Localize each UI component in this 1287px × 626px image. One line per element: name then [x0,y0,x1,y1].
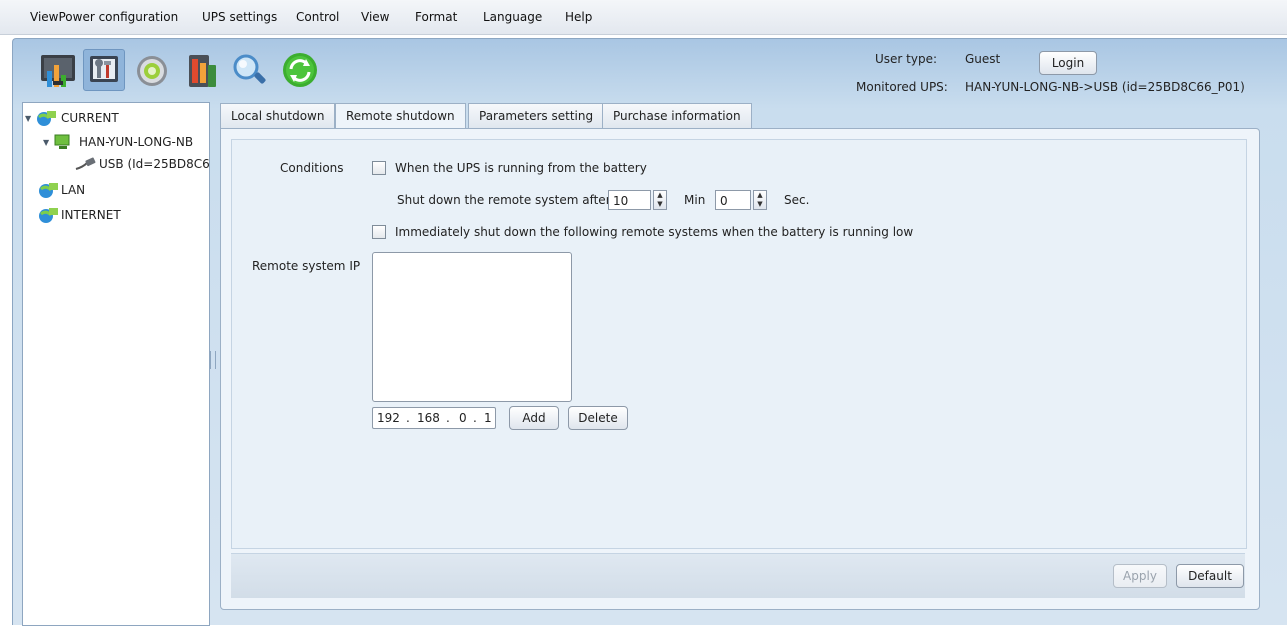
user-type-value: Guest [965,52,1001,66]
tree-label-host: HAN-YUN-LONG-NB [79,135,194,149]
menu-format[interactable]: Format [415,10,457,24]
expand-arrow-icon[interactable]: ▼ [43,138,53,147]
user-type-label: User type: [875,52,938,66]
add-ip-button[interactable]: Add [509,406,559,430]
toolbar: User type: Guest Login Monitored UPS: HA… [13,39,1287,101]
tab-remote-shutdown[interactable]: Remote shutdown [335,103,466,130]
tree-node-internet[interactable]: INTERNET [37,206,121,224]
monitor-chart-icon[interactable] [39,49,81,91]
shutdown-after-label: Shut down the remote system after [397,193,611,207]
menu-ups-settings[interactable]: UPS settings [202,10,277,24]
tab-purchase-information[interactable]: Purchase information [602,103,752,128]
network-globe-icon [37,111,56,126]
menu-view[interactable]: View [361,10,389,24]
minutes-spinner[interactable]: ▲ ▼ [653,190,667,210]
tree-node-host[interactable]: ▼ HAN-YUN-LONG-NB [43,133,193,151]
device-tree: ▼ CURRENT ▼ HAN-YUN-LONG-NB USB (Id=25BD… [22,102,210,626]
battery-checkbox-label: When the UPS is running from the battery [395,161,647,175]
ip-dot: . [406,411,410,425]
ip-octet-3: 0 [459,411,467,425]
tree-label-current: CURRENT [61,111,119,125]
ip-dot: . [473,411,477,425]
main-window: User type: Guest Login Monitored UPS: HA… [12,38,1287,626]
tree-label-lan: LAN [61,183,86,197]
remote-ip-list[interactable] [372,252,572,402]
tab-local-shutdown[interactable]: Local shutdown [220,103,336,128]
tree-node-usb[interactable]: USB (Id=25BD8C6 [75,157,210,171]
magnifier-search-icon[interactable] [229,49,271,91]
conditions-label: Conditions [280,161,344,175]
monitored-ups-label: Monitored UPS: [856,80,948,94]
ip-octet-4: 1 [484,411,492,425]
low-battery-checkbox[interactable] [372,225,386,239]
tree-node-current[interactable]: ▼ CURRENT [25,109,119,127]
remote-shutdown-panel: Conditions When the UPS is running from … [220,128,1260,610]
usb-cable-icon [75,157,96,170]
expand-arrow-icon[interactable]: ▼ [25,114,35,123]
panel-splitter-handle[interactable] [210,351,216,369]
ip-address-input[interactable]: 192 . 168 . 0 . 1 [372,407,496,429]
ip-dot: . [446,411,450,425]
tree-label-usb: USB (Id=25BD8C6 [99,157,210,171]
ip-octet-1: 192 [377,411,400,425]
panel-footer: Apply Default [231,553,1245,598]
network-globe-icon [39,183,58,198]
seconds-spinner[interactable]: ▲ ▼ [753,190,767,210]
monitored-ups-value: HAN-YUN-LONG-NB->USB (id=25BD8C66_P01) [965,80,1245,94]
computer-icon [54,134,70,149]
minutes-input[interactable]: 10 [608,190,651,210]
battery-checkbox[interactable] [372,161,386,175]
seconds-input[interactable]: 0 [715,190,751,210]
tab-parameters-setting[interactable]: Parameters setting [468,103,605,128]
apply-button[interactable]: Apply [1113,564,1167,588]
menu-language[interactable]: Language [483,10,542,24]
settings-area: Conditions When the UPS is running from … [231,139,1247,549]
gear-disc-icon[interactable] [131,49,173,91]
delete-ip-button[interactable]: Delete [568,406,628,430]
menu-help[interactable]: Help [565,10,592,24]
low-battery-checkbox-label: Immediately shut down the following remo… [395,225,914,239]
tree-label-internet: INTERNET [61,208,121,222]
ups-battery-icon[interactable] [181,49,223,91]
refresh-icon[interactable] [279,49,321,91]
remote-ip-label: Remote system IP [252,259,361,273]
sec-label: Sec. [784,193,810,207]
ip-octet-2: 168 [417,411,440,425]
menu-viewpower-configuration[interactable]: ViewPower configuration [30,10,178,24]
network-globe-icon [39,208,58,223]
tree-node-lan[interactable]: LAN [37,181,85,199]
menu-bar: ViewPower configuration UPS settings Con… [0,0,1287,35]
tools-settings-icon[interactable] [83,49,125,91]
min-label: Min [684,193,706,207]
menu-control[interactable]: Control [296,10,339,24]
default-button[interactable]: Default [1176,564,1244,588]
login-button[interactable]: Login [1039,51,1097,75]
